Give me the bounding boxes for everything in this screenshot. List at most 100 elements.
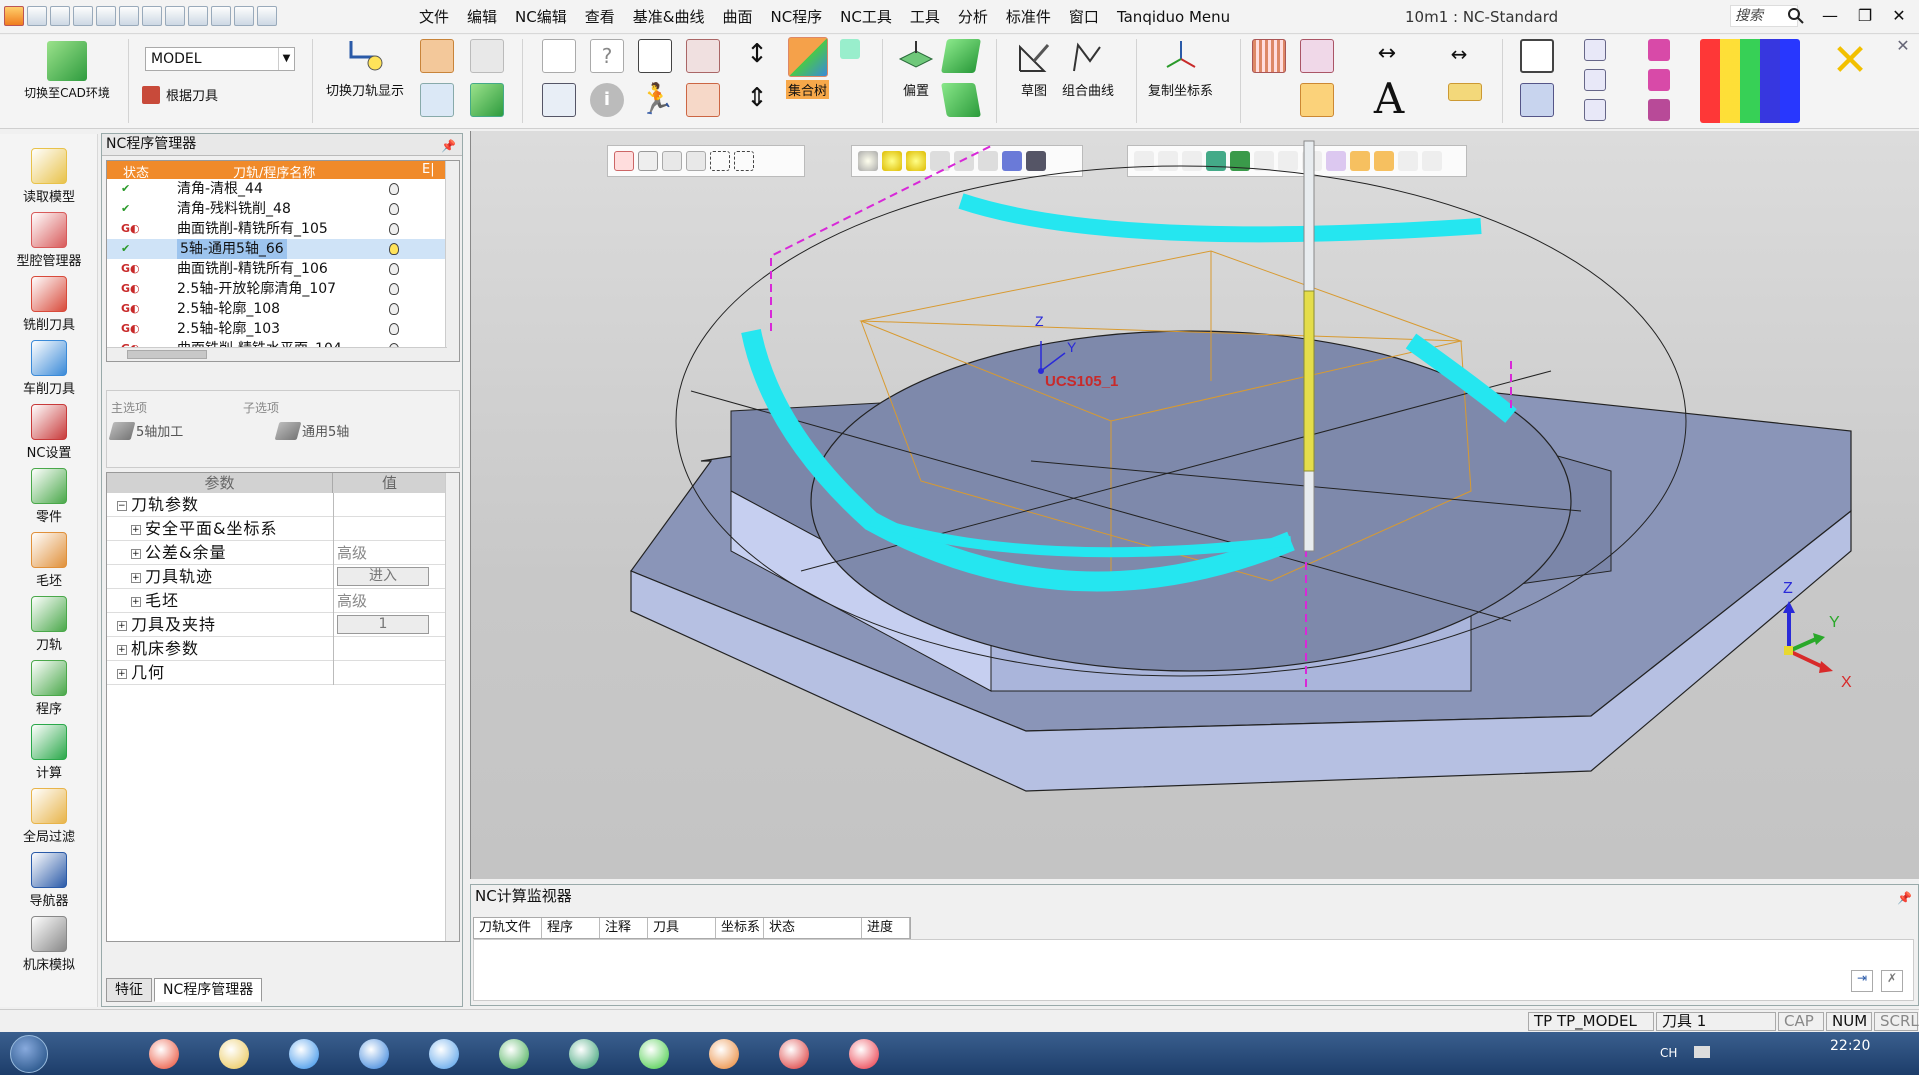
save-icon[interactable] xyxy=(27,6,47,26)
undo-icon[interactable] xyxy=(188,6,208,26)
left-tool-item[interactable]: 导航器 xyxy=(8,852,90,909)
close-button[interactable]: ✕ xyxy=(1884,4,1914,28)
expand-icon[interactable]: + xyxy=(131,572,141,583)
app-refresh-icon[interactable] xyxy=(415,1034,473,1074)
left-tool-item[interactable]: 车削刀具 xyxy=(8,340,90,397)
program-row[interactable]: G◐ 曲面铣削-精铣所有_106 xyxy=(107,259,447,279)
surface-2-icon[interactable] xyxy=(941,83,981,117)
vertical-list-icon[interactable]: ⇕ xyxy=(740,83,774,117)
monitor-column-header[interactable]: 状态 xyxy=(764,918,862,938)
expand-icon[interactable]: + xyxy=(117,644,127,655)
tab-feature[interactable]: 特征 xyxy=(106,978,152,1002)
settings-icon[interactable] xyxy=(165,6,185,26)
program-row[interactable]: ✔ 清角-残料铣削_48 xyxy=(107,199,447,219)
tool-select-icon[interactable] xyxy=(1300,39,1334,73)
menu-item[interactable]: 工具 xyxy=(901,8,949,26)
wechat-icon[interactable] xyxy=(625,1034,683,1074)
visibility-bulb-icon[interactable] xyxy=(389,223,399,235)
monitor-column-header[interactable]: 进度 xyxy=(862,918,910,938)
left-tool-item[interactable]: 机床模拟 xyxy=(8,916,90,973)
composite-curve-button[interactable]: 组合曲线 xyxy=(1062,37,1114,99)
small-tool-icon[interactable] xyxy=(840,39,860,59)
left-tool-item[interactable]: 铣削刀具 xyxy=(8,276,90,333)
visibility-bulb-icon[interactable] xyxy=(389,323,399,335)
export-icon[interactable] xyxy=(96,6,116,26)
surface-icon[interactable] xyxy=(941,39,981,73)
part-cube-icon[interactable] xyxy=(470,83,504,117)
restore-button[interactable]: ❐ xyxy=(1850,4,1880,28)
expand-icon[interactable]: + xyxy=(131,548,141,559)
monitor-column-header[interactable]: 坐标系 xyxy=(716,918,764,938)
menu-item[interactable]: 曲面 xyxy=(713,8,761,26)
app-window-icon[interactable] xyxy=(555,1034,613,1074)
left-tool-item[interactable]: 型腔管理器 xyxy=(8,212,90,269)
model-scene[interactable]: Z Y UCS105_1 Z Y X xyxy=(471,131,1919,879)
menu-item[interactable]: Tanqiduo Menu xyxy=(1108,8,1239,26)
folder-icon[interactable] xyxy=(205,1034,263,1074)
start-button[interactable] xyxy=(10,1035,48,1073)
left-tool-item[interactable]: 零件 xyxy=(8,468,90,525)
by-tool-button[interactable]: 根据刀具 xyxy=(142,85,218,104)
left-tool-item[interactable]: 程序 xyxy=(8,660,90,717)
sketch-button[interactable]: 草图 xyxy=(1014,37,1054,99)
program-row[interactable]: G◐ 2.5轴-开放轮廓清角_107 xyxy=(107,279,447,299)
clear-icon[interactable]: ✗ xyxy=(1881,970,1903,992)
expand-icon[interactable]: − xyxy=(117,500,127,511)
tool-holder-icon[interactable] xyxy=(420,39,454,73)
hatch-icon[interactable] xyxy=(1252,39,1286,73)
stock-cube-icon[interactable] xyxy=(470,39,504,73)
copy-csys-button[interactable]: 复制坐标系 xyxy=(1148,37,1213,99)
param-row[interactable]: + 毛坯 高级 xyxy=(107,589,447,613)
help-icon[interactable]: ? xyxy=(590,39,624,73)
export-log-icon[interactable]: ⇥ xyxy=(1851,970,1873,992)
menu-item[interactable]: NC编辑 xyxy=(506,8,576,26)
open-icon[interactable] xyxy=(50,6,70,26)
info-icon[interactable]: i xyxy=(590,83,624,117)
menu-item[interactable]: 标准件 xyxy=(997,8,1060,26)
menu-item[interactable]: 文件 xyxy=(410,8,458,26)
visibility-bulb-icon[interactable] xyxy=(389,243,399,255)
color-palette[interactable] xyxy=(1700,39,1800,123)
expand-icon[interactable]: + xyxy=(131,524,141,535)
program-row[interactable]: ✔ 5轴-通用5轴_66 xyxy=(107,239,447,259)
text-icon[interactable]: A xyxy=(1372,78,1406,120)
column-extra[interactable]: E| xyxy=(422,162,435,177)
tray-time[interactable]: 22:20 xyxy=(1830,1038,1870,1054)
tab-nc-program-manager[interactable]: NC程序管理器 xyxy=(154,978,263,1002)
paint-3-icon[interactable] xyxy=(1648,99,1670,121)
tree-vscroll[interactable] xyxy=(445,161,459,361)
sub-option-select[interactable]: 通用5轴 xyxy=(274,421,349,440)
program-row[interactable]: ✔ 清角-清根_44 xyxy=(107,179,447,199)
cross-icon[interactable]: ✕ xyxy=(1830,39,1870,83)
minimize-button[interactable]: — xyxy=(1815,4,1845,28)
expand-icon[interactable]: + xyxy=(117,620,127,631)
monitor-column-header[interactable]: 刀轨文件夹 xyxy=(474,918,542,955)
print-icon[interactable] xyxy=(119,6,139,26)
ruler-icon[interactable] xyxy=(1448,83,1482,101)
param-row[interactable]: + 刀具及夹持 1 xyxy=(107,613,447,637)
param-value-button[interactable]: 进入 xyxy=(337,567,429,586)
machine-icon[interactable] xyxy=(686,83,720,117)
send-icon[interactable] xyxy=(142,6,162,26)
view-cube-2-icon[interactable] xyxy=(1584,69,1606,91)
left-tool-item[interactable]: 计算 xyxy=(8,724,90,781)
monitor-column-header[interactable]: 注释 xyxy=(600,918,648,938)
visibility-bulb-icon[interactable] xyxy=(389,183,399,195)
pin-icon[interactable]: 📌 xyxy=(1897,887,1912,909)
zoom-window-icon[interactable] xyxy=(1520,39,1554,73)
menu-item[interactable]: 分析 xyxy=(949,8,997,26)
ie-icon[interactable] xyxy=(275,1034,333,1074)
list-icon[interactable] xyxy=(257,6,277,26)
chrome-icon[interactable] xyxy=(135,1034,193,1074)
visibility-bulb-icon[interactable] xyxy=(389,203,399,215)
model-select[interactable]: MODEL ▼ xyxy=(145,47,295,71)
program-row[interactable]: G◐ 2.5轴-轮廓_103 xyxy=(107,319,447,339)
assembly-tree-button[interactable]: 集合树 xyxy=(786,37,830,99)
app-iu-icon[interactable] xyxy=(345,1034,403,1074)
main-option-select[interactable]: 5轴加工 ▼ xyxy=(108,421,293,440)
switch-cad-button[interactable]: 切换至CAD环境 xyxy=(22,41,112,101)
offset-button[interactable]: 偏置 xyxy=(896,37,936,99)
keyboard-icon[interactable] xyxy=(1694,1046,1710,1058)
switch-path-display-button[interactable]: 切换刀轨显示 xyxy=(326,37,404,99)
dimension-icon[interactable]: ↔ xyxy=(1370,39,1404,73)
